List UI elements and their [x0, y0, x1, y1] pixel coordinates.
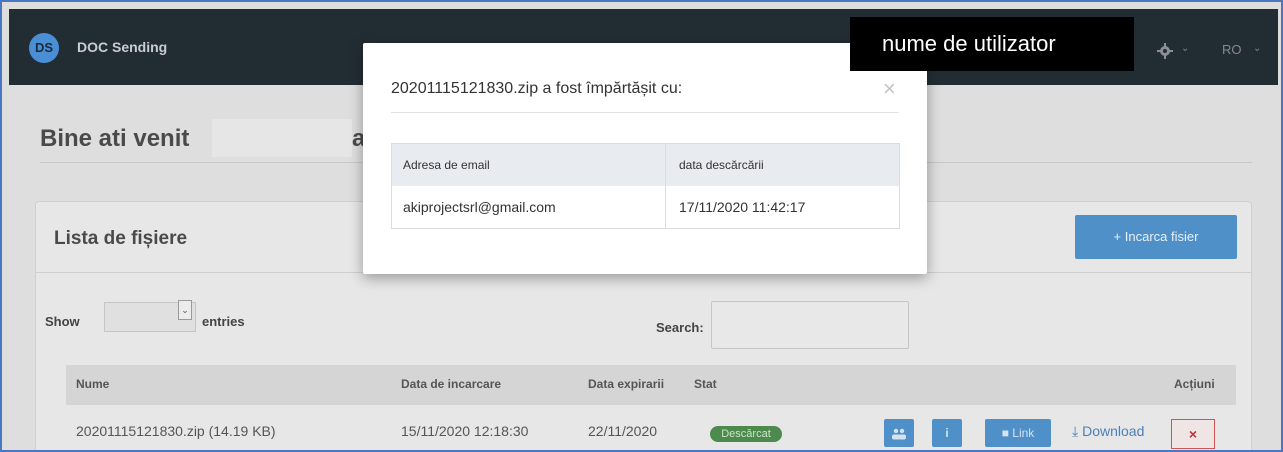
entries-label: entries: [202, 314, 245, 329]
share-users-button[interactable]: [884, 419, 914, 447]
copy-link-button[interactable]: ■ Link: [985, 419, 1051, 447]
table-header: Adresa de email data descărcării: [392, 144, 899, 186]
column-header-upload-date[interactable]: Data de incarcare: [401, 377, 501, 391]
column-header-email: Adresa de email: [403, 158, 490, 172]
column-header-download-date: data descărcării: [679, 158, 764, 172]
delete-button[interactable]: ×: [1171, 419, 1215, 449]
upload-file-button[interactable]: + Incarca fisier: [1075, 215, 1237, 259]
column-header-actions: Acțiuni: [1174, 377, 1215, 391]
recipient-email: akiprojectsrl@gmail.com: [403, 199, 556, 215]
download-date: 17/11/2020 11:42:17: [679, 199, 806, 215]
table-row: 20201115121830.zip (14.19 KB) 15/11/2020…: [66, 415, 1236, 450]
language-selector[interactable]: RO: [1222, 42, 1242, 57]
card-title: Lista de fișiere: [54, 228, 188, 249]
download-link[interactable]: ⤓ Download: [1072, 423, 1144, 440]
column-header-expiry-date[interactable]: Data expirarii: [588, 377, 664, 391]
app-title[interactable]: DOC Sending: [77, 39, 167, 55]
column-separator: [665, 144, 666, 228]
modal-title: 20201115121830.zip a fost împărtășit cu:: [391, 80, 683, 97]
screenshot-frame: DS DOC Sending ⌄ RO ⌄ nume de utilizator…: [0, 0, 1283, 452]
chevron-down-icon[interactable]: ⌄: [178, 300, 192, 320]
show-label: Show: [45, 314, 80, 329]
shared-with-modal: 20201115121830.zip a fost împărtășit cu:…: [363, 43, 927, 274]
search-input[interactable]: [711, 301, 909, 349]
upload-date: 15/11/2020 12:18:30: [401, 423, 529, 439]
app-logo[interactable]: DS: [29, 33, 59, 63]
column-header-status[interactable]: Stat: [694, 377, 717, 391]
search-label: Search:: [656, 320, 704, 335]
chevron-down-icon[interactable]: ⌄: [1253, 43, 1261, 54]
download-icon: ⤓: [1072, 423, 1079, 439]
shared-with-table: Adresa de email data descărcării akiproj…: [391, 143, 900, 229]
username-label[interactable]: nume de utilizator: [850, 17, 1134, 71]
status-badge: Descărcat: [710, 426, 782, 442]
info-button[interactable]: i: [932, 419, 962, 447]
gear-icon[interactable]: [1157, 43, 1173, 59]
welcome-heading: Bine ati venit: [40, 125, 190, 152]
redacted-name: [212, 119, 352, 157]
chevron-down-icon[interactable]: ⌄: [1181, 43, 1189, 54]
close-icon[interactable]: ×: [883, 76, 896, 102]
table-header: Nume Data de incarcare Data expirarii St…: [66, 365, 1236, 405]
copy-icon: ■: [1001, 426, 1009, 440]
divider: [391, 112, 899, 113]
file-name: 20201115121830.zip (14.19 KB): [76, 423, 276, 439]
download-label: Download: [1082, 423, 1145, 439]
users-icon: [892, 428, 906, 440]
column-header-name[interactable]: Nume: [76, 377, 109, 391]
copy-link-label: Link: [1012, 426, 1035, 440]
expiry-date: 22/11/2020: [588, 423, 658, 439]
